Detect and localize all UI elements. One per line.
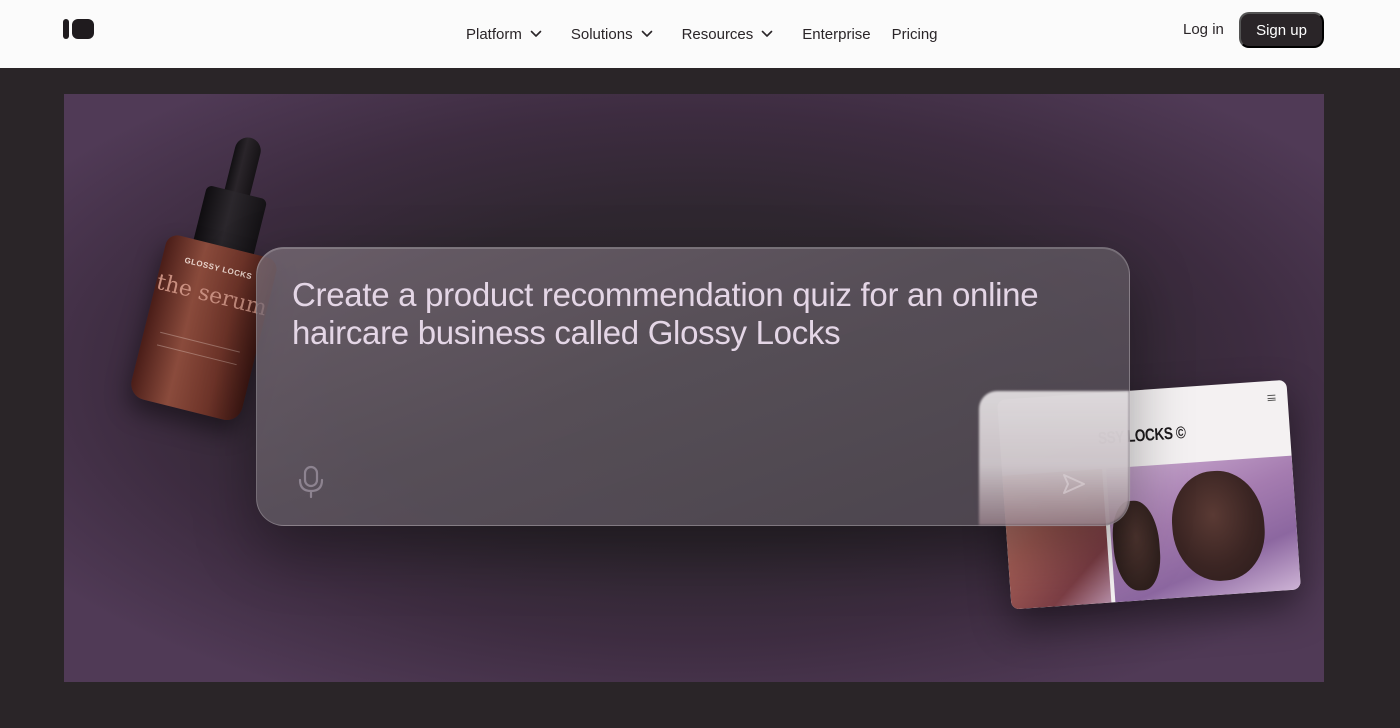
signup-button[interactable]: Sign up xyxy=(1239,12,1324,48)
nav-item-pricing[interactable]: Pricing xyxy=(892,26,938,43)
prompt-text[interactable]: Create a product recommendation quiz for… xyxy=(292,276,1072,352)
frosted-overlap xyxy=(979,391,1129,525)
preview-person-face xyxy=(1168,467,1269,584)
microphone-icon[interactable] xyxy=(297,465,325,499)
main-nav: Platform Solutions Resources Enterprise … xyxy=(466,0,938,68)
bottle-fine-print xyxy=(156,331,240,366)
nav-item-label: Resources xyxy=(681,25,754,43)
nav-item-solutions[interactable]: Solutions xyxy=(571,26,654,43)
chevron-down-icon xyxy=(640,27,654,41)
nav-item-platform[interactable]: Platform xyxy=(466,26,543,43)
nav-item-label: Platform xyxy=(466,25,522,43)
nav-item-resources[interactable]: Resources xyxy=(682,26,775,43)
hero-section: GLOSSY LOCKS the serum SSY LOCKS © Creat… xyxy=(64,94,1324,682)
logo-icon[interactable] xyxy=(63,19,94,39)
chevron-down-icon xyxy=(529,27,543,41)
nav-item-label: Solutions xyxy=(570,25,633,43)
nav-item-enterprise[interactable]: Enterprise xyxy=(802,26,870,43)
menu-icon xyxy=(1267,394,1276,402)
logo-block xyxy=(72,19,94,39)
chevron-down-icon xyxy=(760,27,774,41)
site-header: Platform Solutions Resources Enterprise … xyxy=(0,0,1400,68)
logo-bar xyxy=(63,19,69,39)
nav-item-label: Pricing xyxy=(891,25,938,43)
nav-item-label: Enterprise xyxy=(802,25,871,43)
login-link[interactable]: Log in xyxy=(1183,21,1224,38)
preview-photo-right xyxy=(1106,455,1301,603)
